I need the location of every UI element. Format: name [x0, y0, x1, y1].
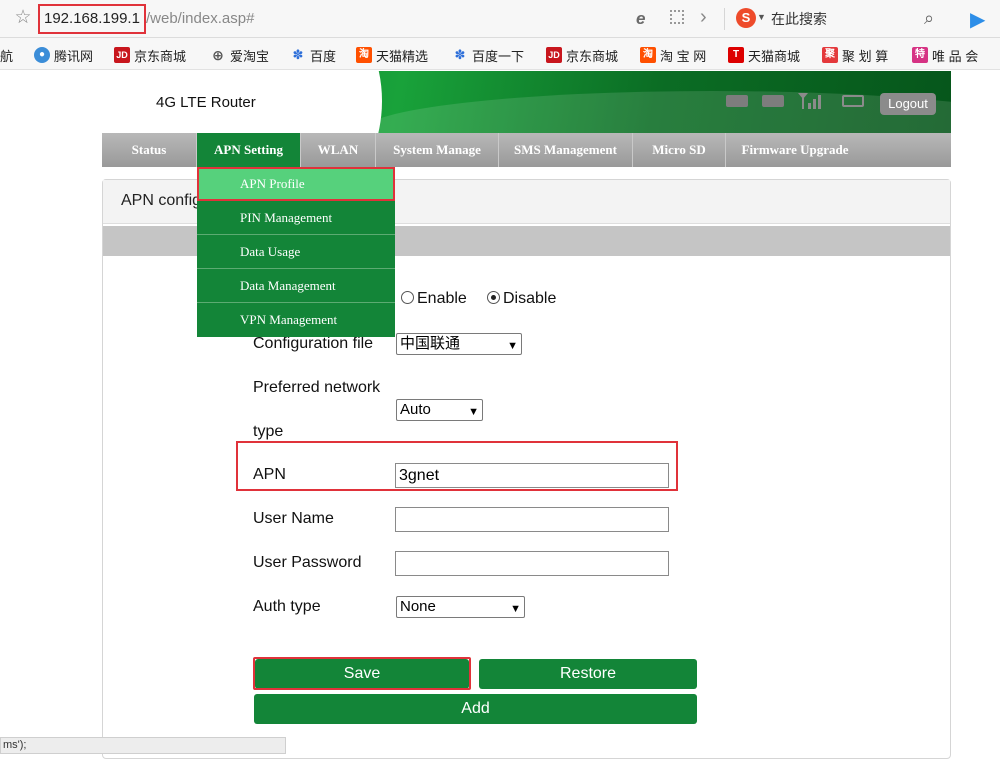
chevron-down-icon: ▼	[510, 603, 521, 615]
tab-apn-setting[interactable]: APN Setting	[197, 133, 301, 167]
baidu-paw-icon: ✽	[292, 47, 304, 62]
jd-icon: JD	[546, 47, 562, 63]
sim-status-icon	[726, 95, 748, 107]
main-menu: Status APN Setting WLAN System Manage SM…	[102, 133, 951, 167]
add-button[interactable]: Add	[254, 694, 697, 724]
submenu-pin-management[interactable]: PIN Management	[197, 201, 395, 235]
network-type-label: Preferred network	[253, 379, 381, 396]
divider	[724, 8, 725, 30]
tab-micro-sd[interactable]: Micro SD	[633, 133, 726, 167]
tmall-icon: 淘	[356, 47, 372, 63]
baidu-paw-icon: ✽	[454, 47, 466, 62]
url-path: /web/index.asp#	[146, 10, 255, 27]
disable-label: Disable	[503, 290, 557, 307]
chevron-right-icon[interactable]: ›	[700, 6, 707, 29]
apn-setting-submenu: APN Profile PIN Management Data Usage Da…	[197, 167, 395, 337]
disable-radio[interactable]	[487, 291, 500, 304]
logout-button[interactable]: Logout	[880, 93, 936, 115]
bookmark-item[interactable]: ✽ 百度	[290, 46, 336, 64]
network-type-value: Auto	[400, 401, 431, 418]
config-file-select[interactable]: 中国联通 ▼	[396, 333, 522, 355]
bookmark-item[interactable]: JD 京东商城	[546, 46, 618, 64]
network-type-label-2: type	[253, 423, 284, 440]
chevron-down-icon: ▼	[468, 406, 479, 418]
chevron-down-icon: ▼	[507, 340, 518, 352]
panel-title: APN config	[121, 192, 202, 209]
config-file-value: 中国联通	[400, 335, 461, 352]
password-input[interactable]	[395, 551, 669, 576]
bookmark-star-icon[interactable]: ☆	[12, 7, 34, 29]
brand-title: 4G LTE Router	[156, 94, 256, 111]
bookmarks-bar: 航 ● 腾讯网 JD 京东商城 ⊕ 爱淘宝 ✽ 百度 淘天猫精选 ✽ 百度一下 JD 京东商…	[0, 38, 1000, 70]
address-bar: ☆ 192.168.199.1 /web/index.asp# e › S ▼ …	[0, 0, 1000, 38]
enable-label: Enable	[417, 290, 467, 307]
taobao-icon: 淘	[640, 47, 656, 63]
tab-status[interactable]: Status	[102, 133, 197, 167]
username-input[interactable]	[395, 507, 669, 532]
search-icon[interactable]: ⌕	[924, 8, 934, 29]
auth-type-label: Auth type	[253, 598, 321, 615]
status-bar-tooltip: ms');	[0, 737, 286, 754]
bookmark-item[interactable]: 淘天猫精选	[356, 46, 428, 64]
auth-type-value: None	[400, 598, 436, 615]
bookmark-item[interactable]: 航	[0, 46, 13, 64]
bookmark-item[interactable]: 特唯 品 会	[912, 46, 978, 64]
url-field[interactable]: 192.168.199.1 /web/index.asp#	[38, 4, 638, 34]
config-file-label: Configuration file	[253, 335, 374, 352]
search-input[interactable]: 在此搜索	[771, 9, 827, 29]
submenu-data-management[interactable]: Data Management	[197, 269, 395, 303]
auth-type-select[interactable]: None ▼	[396, 596, 525, 618]
submenu-apn-profile[interactable]: APN Profile	[197, 167, 395, 201]
tmall-t-icon: T	[728, 47, 744, 63]
password-label: User Password	[253, 554, 362, 571]
signal-icon	[796, 91, 822, 109]
tab-firmware-upgrade[interactable]: Firmware Upgrade	[726, 133, 864, 167]
tab-wlan[interactable]: WLAN	[301, 133, 376, 167]
bookmark-item[interactable]: 聚聚 划 算	[822, 46, 888, 64]
play-icon[interactable]: ▶	[970, 7, 985, 32]
ie-compat-icon[interactable]: e	[636, 9, 645, 29]
submenu-data-usage[interactable]: Data Usage	[197, 235, 395, 269]
sogou-search-icon[interactable]: S	[736, 8, 756, 28]
restore-button[interactable]: Restore	[479, 659, 697, 689]
network-type-select[interactable]: Auto ▼	[396, 399, 483, 421]
save-highlight-box	[253, 657, 471, 690]
bookmark-item[interactable]: ✽ 百度一下	[452, 46, 524, 64]
globe-icon: ⊕	[212, 47, 224, 63]
bookmark-item[interactable]: JD 京东商城	[114, 46, 186, 64]
bookmark-item[interactable]: ● 腾讯网	[34, 46, 93, 64]
bookmark-item[interactable]: 淘淘 宝 网	[640, 46, 706, 64]
qr-code-icon[interactable]	[670, 10, 684, 24]
tab-system-manage[interactable]: System Manage	[376, 133, 499, 167]
apn-input[interactable]: 3gnet	[395, 463, 669, 488]
vip-icon: 特	[912, 47, 928, 63]
router-banner: 4G LTE Router Logout	[102, 71, 951, 133]
username-label: User Name	[253, 510, 334, 527]
bookmark-item[interactable]: ⊕ 爱淘宝	[210, 46, 269, 64]
url-host: 192.168.199.1	[38, 4, 146, 34]
chevron-down-icon[interactable]: ▼	[757, 12, 766, 22]
submenu-vpn-management[interactable]: VPN Management	[197, 303, 395, 337]
tab-sms-management[interactable]: SMS Management	[499, 133, 633, 167]
apn-label: APN	[253, 466, 286, 483]
network-status-icon	[762, 95, 784, 107]
tencent-icon: ●	[34, 47, 50, 63]
enable-radio[interactable]	[401, 291, 414, 304]
juhuasuan-icon: 聚	[822, 47, 838, 63]
bookmark-item[interactable]: T 天猫商城	[728, 46, 800, 64]
battery-icon	[842, 95, 864, 107]
jd-icon: JD	[114, 47, 130, 63]
